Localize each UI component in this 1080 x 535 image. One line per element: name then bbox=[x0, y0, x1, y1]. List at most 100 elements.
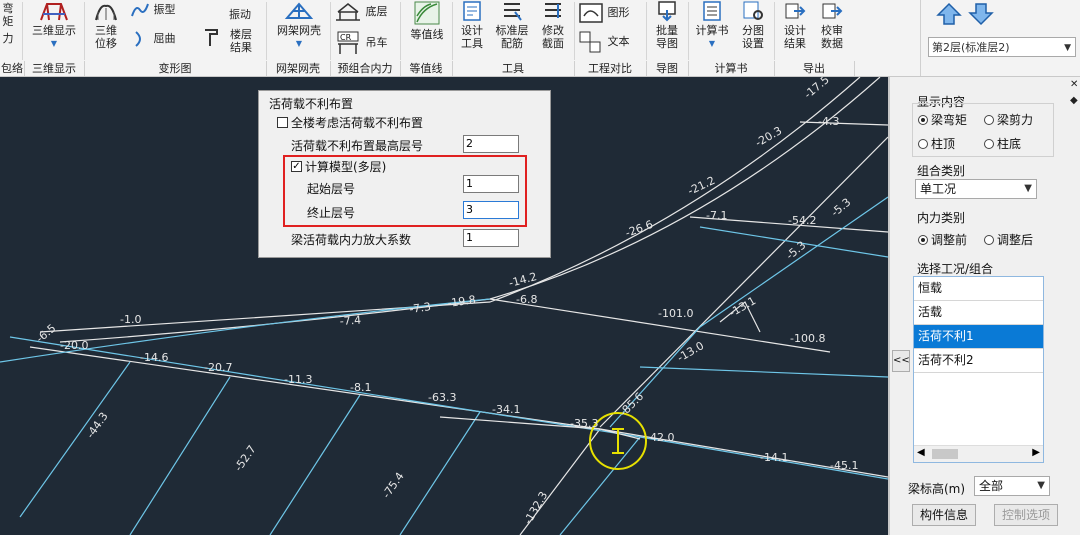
group-label-compare: 工程对比 bbox=[574, 61, 647, 76]
force-label: -7.1 bbox=[706, 209, 727, 222]
force-label: 42.0 bbox=[650, 431, 675, 444]
pin-icon[interactable]: ◆ bbox=[1070, 95, 1078, 106]
design-tool-label: 设计 工具 bbox=[461, 24, 483, 50]
review-data-icon bbox=[822, 3, 843, 19]
force-label: -17.5 bbox=[802, 77, 832, 101]
std-floor-rebar-button[interactable]: 标准层 配筋 bbox=[492, 0, 532, 50]
chevron-down-icon: ▼ bbox=[1064, 43, 1071, 53]
start-floor-input[interactable]: 1 bbox=[463, 175, 519, 193]
ribbon-separator bbox=[400, 2, 401, 60]
calc-book-button[interactable]: 计算书 ▼ bbox=[690, 0, 734, 50]
group-label-export: 导出 bbox=[774, 61, 855, 76]
batch-export-button[interactable]: 批量 导图 bbox=[650, 0, 684, 50]
control-options-button[interactable]: 控制选项 bbox=[994, 504, 1058, 526]
vibration-result-button[interactable]: 振动 bbox=[200, 2, 260, 21]
list-item[interactable]: 活荷不利2 bbox=[914, 349, 1043, 373]
sub-settings-button[interactable]: 分图 设置 bbox=[736, 0, 770, 50]
close-icon[interactable]: ✕ bbox=[1070, 79, 1078, 90]
calc-model-label: 计算模型(多层) bbox=[305, 160, 387, 174]
radio-beam-moment[interactable]: 梁弯矩 bbox=[918, 111, 967, 128]
floor-result-button[interactable]: 楼层 结果 bbox=[200, 28, 260, 54]
floor-select[interactable]: 第2层(标准层2) ▼ bbox=[928, 37, 1076, 57]
scrollbar-thumb[interactable] bbox=[932, 449, 958, 459]
scroll-left-icon[interactable]: ◀ bbox=[917, 447, 925, 458]
buckling-button[interactable]: 屈曲 bbox=[130, 30, 192, 48]
end-floor-input[interactable]: 3 bbox=[463, 201, 519, 219]
compare-figure-label: 图形 bbox=[607, 6, 630, 19]
crane-button[interactable]: CR 吊车 bbox=[334, 30, 396, 56]
three-d-display-button[interactable]: 三维显示 ▼ bbox=[28, 0, 80, 50]
force-label: -45.1 bbox=[830, 459, 858, 472]
radio-col-bottom[interactable]: 柱底 bbox=[984, 135, 1021, 152]
design-result-button[interactable]: 设计 结果 bbox=[778, 0, 812, 50]
beam-line bbox=[799, 121, 888, 126]
calc-book-label: 计算书 bbox=[695, 24, 729, 37]
radio-after-adjust[interactable]: 调整后 bbox=[984, 231, 1033, 248]
all-floor-checkbox[interactable] bbox=[277, 117, 288, 128]
displacement-icon bbox=[95, 4, 117, 21]
compare-figure-button[interactable]: 图形 bbox=[578, 2, 642, 24]
design-result-label: 设计 结果 bbox=[784, 24, 806, 50]
force-label: -13.0 bbox=[675, 339, 706, 364]
review-data-label: 校审 数据 bbox=[821, 24, 843, 50]
radio-dot bbox=[918, 139, 928, 149]
force-label: -14.2 bbox=[507, 270, 538, 290]
contour-icon bbox=[414, 1, 440, 25]
scroll-right-icon[interactable]: ▶ bbox=[1032, 447, 1040, 458]
member-info-button[interactable]: 构件信息 bbox=[912, 504, 976, 526]
force-label: -75.4 bbox=[380, 470, 407, 501]
modify-section-button[interactable]: 修改 截面 bbox=[536, 0, 570, 50]
group-label-deform: 变形图 bbox=[84, 61, 267, 76]
beam-height-select[interactable]: 全部 ▼ bbox=[974, 476, 1050, 496]
three-d-displacement-button[interactable]: 三维 位移 bbox=[88, 0, 124, 50]
review-data-button[interactable]: 校审 数据 bbox=[814, 0, 850, 50]
collapse-panel-button[interactable]: << bbox=[892, 350, 910, 372]
bottom-floor-button[interactable]: 底层 bbox=[334, 2, 396, 22]
design-tool-button[interactable]: 设计 工具 bbox=[455, 0, 489, 50]
moment-top-button[interactable]: 弯矩 bbox=[0, 2, 16, 28]
radio-beam-shear[interactable]: 梁剪力 bbox=[984, 111, 1033, 128]
beam-line-cyan bbox=[559, 436, 641, 535]
list-item[interactable]: 恒载 bbox=[914, 277, 1043, 301]
floor-up-arrow-icon[interactable] bbox=[936, 2, 962, 29]
buckling-icon bbox=[135, 31, 141, 47]
force-button[interactable]: 力 bbox=[0, 32, 16, 45]
combo-type-title: 组合类别 bbox=[917, 164, 966, 178]
force-label: -34.1 bbox=[492, 403, 520, 416]
amplify-input[interactable]: 1 bbox=[463, 229, 519, 247]
force-label: 力 bbox=[2, 32, 14, 45]
right-panel: 显示内容 梁弯矩 梁剪力 柱顶 柱底 组合类别 单工况 ▼ 内力类别 调整前 调… bbox=[888, 77, 1080, 535]
force-label: -21.2 bbox=[686, 174, 717, 198]
vibration-mode-button[interactable]: 振型 bbox=[130, 2, 192, 18]
beam-line-cyan bbox=[609, 196, 888, 428]
grid-shell-button[interactable]: 网架网壳 ▼ bbox=[270, 0, 328, 50]
radio-col-top[interactable]: 柱顶 bbox=[918, 135, 955, 152]
list-item-selected[interactable]: 活荷不利1 bbox=[914, 325, 1043, 349]
beam-line-cyan bbox=[399, 411, 481, 535]
combo-type-value: 单工况 bbox=[920, 182, 957, 196]
radio-dot bbox=[918, 235, 928, 245]
max-floor-input[interactable]: 2 bbox=[463, 135, 519, 153]
grid-shell-label: 网架网壳 bbox=[277, 24, 321, 37]
case-list[interactable]: 恒载 活载 活荷不利1 活荷不利2 ◀ ▶ bbox=[913, 276, 1044, 463]
radio-dot bbox=[918, 115, 928, 125]
group-label-envelope: 包络 bbox=[1, 61, 25, 76]
ribbon-separator bbox=[646, 2, 647, 60]
list-item[interactable]: 活载 bbox=[914, 301, 1043, 325]
ribbon-separator bbox=[330, 2, 331, 60]
horizontal-scrollbar[interactable]: ◀ ▶ bbox=[914, 445, 1043, 462]
contour-button[interactable]: 等值线 bbox=[404, 0, 450, 41]
force-label: -8.1 bbox=[350, 381, 371, 394]
calc-model-checkbox[interactable]: ✓ bbox=[291, 161, 302, 172]
force-label: -20.7 bbox=[204, 361, 232, 374]
radio-before-adjust[interactable]: 调整前 bbox=[918, 231, 967, 248]
compare-text-button[interactable]: 文本 bbox=[578, 30, 642, 54]
force-label: -19.8 bbox=[447, 293, 477, 310]
force-label: -5.3 bbox=[784, 239, 809, 263]
beam-line-cyan bbox=[269, 394, 361, 535]
force-label: -52.7 bbox=[232, 443, 259, 474]
floor-down-arrow-icon[interactable] bbox=[968, 2, 994, 29]
force-label: -35.3 bbox=[570, 417, 598, 430]
group-label-tools: 工具 bbox=[452, 61, 575, 76]
combo-type-select[interactable]: 单工况 ▼ bbox=[915, 179, 1037, 199]
